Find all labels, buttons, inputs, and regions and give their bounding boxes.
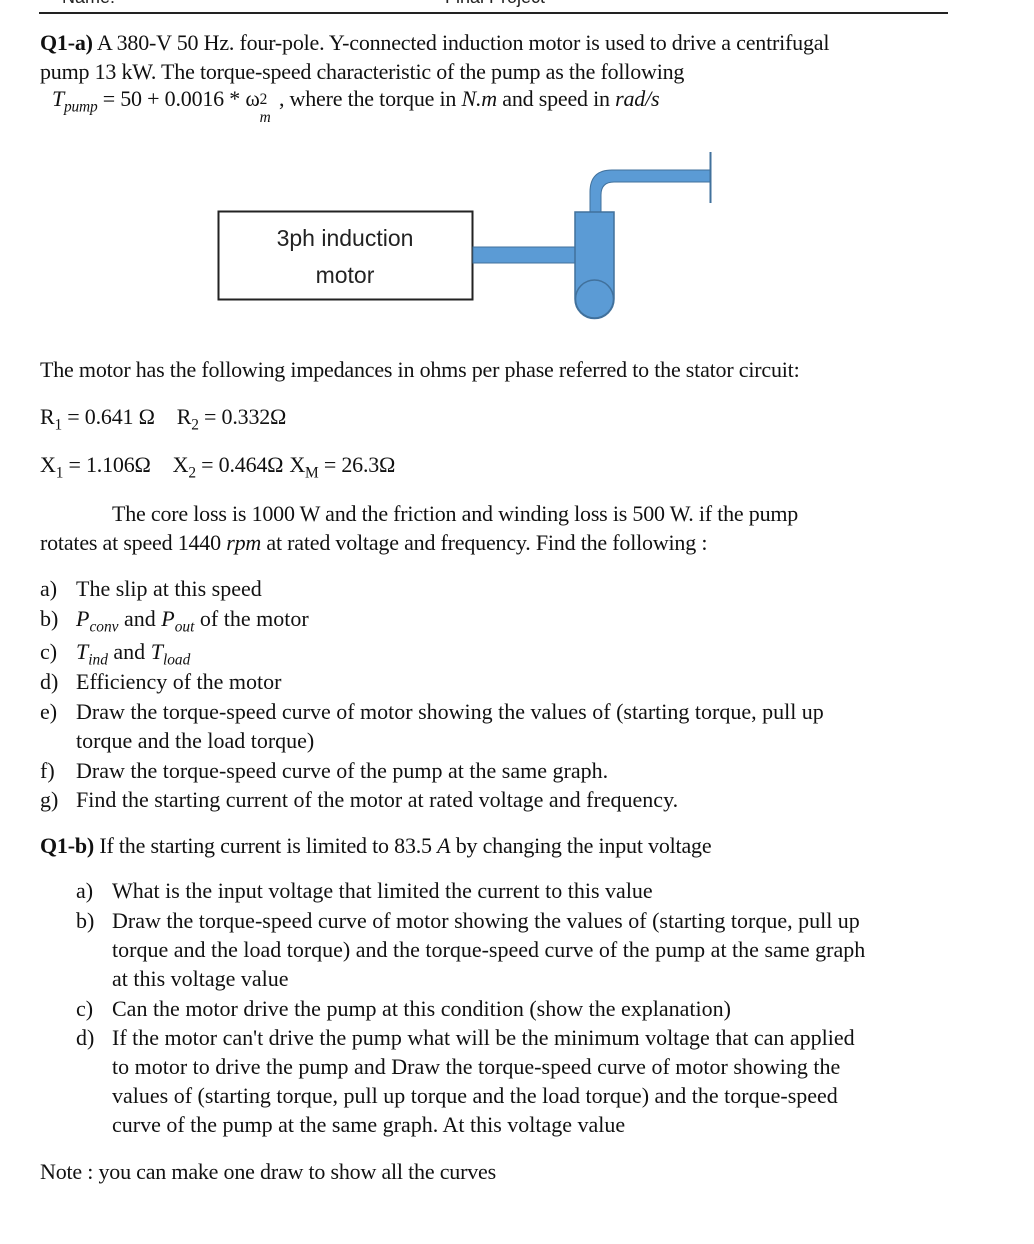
eq-tail-a: , where the torque in	[273, 86, 462, 111]
motor-label-line1: 3ph induction	[277, 225, 414, 251]
header-name-label: Name:	[62, 0, 115, 8]
loss-find-text: at rated voltage and frequency. Find the…	[261, 530, 708, 555]
impedance-row-x: X1 = 1.106Ω X2 = 0.464Ω XM = 26.3Ω	[40, 452, 396, 482]
loss-speed-text: rotates at speed 1440	[40, 530, 227, 555]
motor-pump-diagram: 3ph induction motor	[217, 152, 712, 320]
eq-lhs: T	[52, 86, 65, 111]
loss-line1: The core loss is 1000 W and the friction…	[112, 501, 799, 526]
eq-tail-b: and speed in	[496, 86, 616, 111]
header-divider	[39, 12, 948, 14]
x2-value: X2 = 0.464Ω	[172, 452, 284, 482]
q1b-intro: Q1-b) If the starting current is limited…	[40, 833, 712, 858]
header-title: Final Project	[445, 0, 545, 8]
q1b-label: Q1-b)	[40, 833, 95, 858]
impedance-intro: The motor has the following impedances i…	[40, 357, 800, 382]
note: Note : you can make one draw to show all…	[40, 1159, 496, 1184]
loss-rpm-unit: rpm	[226, 530, 262, 555]
xm-value: XM = 26.3Ω	[289, 452, 396, 482]
r1-value: R1 = 0.641 Ω	[40, 404, 155, 434]
discharge-pipe	[589, 169, 712, 215]
q1a-intro-line1: Q1-a) A 380-V 50 Hz. four-pole. Y-connec…	[40, 30, 829, 56]
motor-label-line2: motor	[316, 262, 375, 288]
eq-unit-speed: rad/s	[615, 86, 660, 111]
q1a-intro-text: A 380-V 50 Hz. four-pole. Y-connected in…	[92, 30, 830, 55]
eq-sub: m	[259, 109, 271, 126]
eq-unit-torque: N.m	[461, 86, 498, 111]
impedance-row-r: R1 = 0.641 Ω R2 = 0.332Ω	[40, 404, 287, 434]
q1a-label: Q1-a)	[40, 30, 93, 55]
pump-impeller	[574, 279, 615, 319]
r2-value: R2 = 0.332Ω	[176, 404, 287, 434]
q1a-intro-line2: pump 13 kW. The torque-speed characteris…	[40, 59, 685, 84]
eq-rhs: = 50 + 0.0016 * ω	[97, 86, 260, 111]
x1-value: X1 = 1.106Ω	[40, 452, 151, 482]
loss-line2: rotates at speed 1440 rpm at rated volta…	[40, 530, 707, 556]
pump-torque-equation: Tpump = 50 + 0.0016 * ω2m , where the to…	[52, 86, 660, 126]
eq-lhs-sub: pump	[64, 98, 98, 116]
motor-shaft	[472, 246, 577, 264]
